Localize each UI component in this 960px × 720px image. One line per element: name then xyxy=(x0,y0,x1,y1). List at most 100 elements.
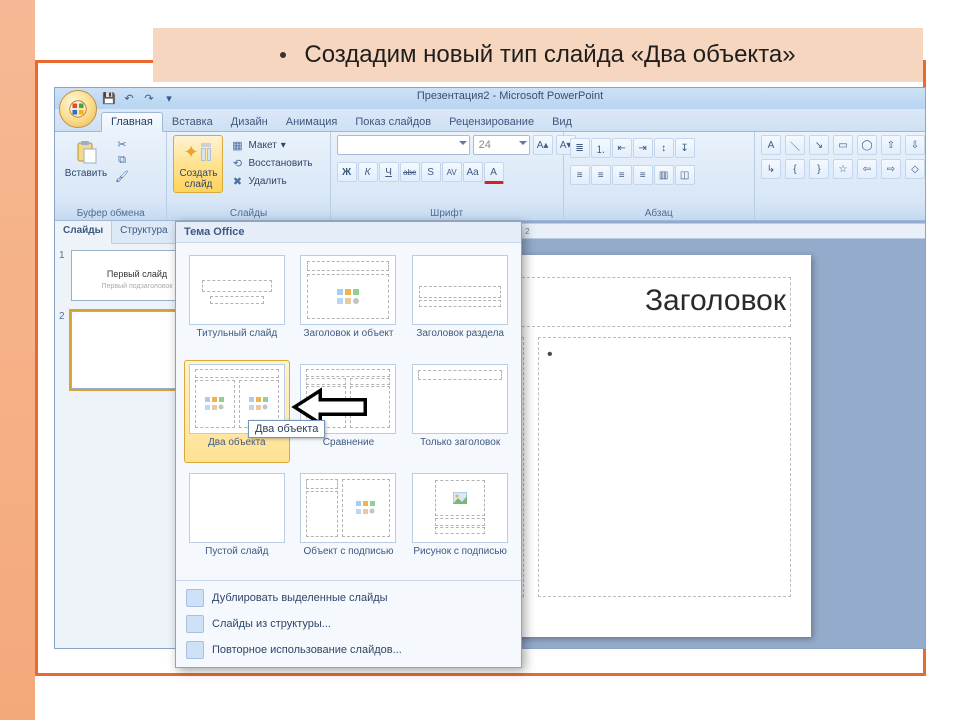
underline-button[interactable]: Ч xyxy=(379,162,399,182)
shape-brace2[interactable]: } xyxy=(809,159,829,179)
bold-button[interactable]: Ж xyxy=(337,162,357,182)
reuse-label: Повторное использование слайдов... xyxy=(212,644,402,656)
qat-customize-icon[interactable]: ▾ xyxy=(161,91,177,107)
shape-down-arrow[interactable]: ⇩ xyxy=(905,135,925,155)
right-content-placeholder[interactable]: • xyxy=(538,337,791,597)
font-color-button[interactable]: A xyxy=(484,162,504,184)
office-logo-icon xyxy=(67,98,89,120)
italic-button[interactable]: К xyxy=(358,162,378,182)
shadow-button[interactable]: S xyxy=(421,162,441,182)
layout-content-caption[interactable]: Объект с подписью xyxy=(296,469,402,572)
reset-label: Восстановить xyxy=(248,158,312,169)
tab-animation[interactable]: Анимация xyxy=(277,113,347,131)
shape-diamond[interactable]: ◇ xyxy=(905,159,925,179)
layout-title-only[interactable]: Только заголовок xyxy=(407,360,513,463)
layout-label: Макет xyxy=(248,140,276,151)
shape-up-arrow[interactable]: ⇧ xyxy=(881,135,901,155)
strike-button[interactable]: abc xyxy=(400,162,420,182)
layout-label: Заголовок раздела xyxy=(416,328,504,350)
paste-icon xyxy=(71,138,101,166)
slides-from-outline-item[interactable]: Слайды из структуры... xyxy=(182,611,515,637)
delete-button[interactable]: ✖Удалить xyxy=(227,173,315,189)
qat-undo-icon[interactable]: ↶ xyxy=(121,91,137,107)
tab-insert[interactable]: Вставка xyxy=(163,113,222,131)
change-case-button[interactable]: Aa xyxy=(463,162,483,182)
font-family-combo[interactable] xyxy=(337,135,470,155)
qat-save-icon[interactable]: 💾 xyxy=(101,91,117,107)
cut-icon[interactable]: ✂ xyxy=(115,137,129,151)
bullet-icon xyxy=(280,52,286,58)
paste-label: Вставить xyxy=(65,168,107,179)
line-spacing-button[interactable]: ↕ xyxy=(654,138,674,158)
shape-rightarrow[interactable]: ⇨ xyxy=(881,159,901,179)
window-title: Презентация2 - Microsoft PowerPoint xyxy=(417,90,603,102)
char-spacing-button[interactable]: AV xyxy=(442,162,462,182)
shape-leftarrow[interactable]: ⇦ xyxy=(857,159,877,179)
align-right-button[interactable]: ≡ xyxy=(612,165,632,185)
tab-outline[interactable]: Структура xyxy=(112,221,176,243)
group-drawing: A ＼ ↘ ▭ ◯ ⇧ ⇩ △ ↳ { } ☆ ⇦ ⇨ ◇ = xyxy=(755,132,925,220)
decrease-indent-button[interactable]: ⇤ xyxy=(612,138,632,158)
layout-button[interactable]: ▦Макет ▾ xyxy=(227,137,315,153)
shape-line[interactable]: ＼ xyxy=(785,135,805,155)
layout-label: Два объекта xyxy=(208,437,266,459)
smartart-button[interactable]: ◫ xyxy=(675,165,695,185)
copy-icon[interactable]: ⧉ xyxy=(115,153,129,167)
columns-button[interactable]: ▥ xyxy=(654,165,674,185)
layout-picture-caption[interactable]: Рисунок с подписью xyxy=(407,469,513,572)
layout-label: Титульный слайд xyxy=(196,328,277,350)
shape-brace[interactable]: { xyxy=(785,159,805,179)
office-button[interactable] xyxy=(59,90,97,128)
title-bar: 💾 ↶ ↷ ▾ Презентация2 - Microsoft PowerPo… xyxy=(55,88,925,109)
shape-rect[interactable]: ▭ xyxy=(833,135,853,155)
paste-button[interactable]: Вставить xyxy=(61,135,111,182)
new-slide-button[interactable]: ✦ Создать слайд xyxy=(173,135,223,193)
format-painter-icon[interactable]: 🖌 xyxy=(115,169,129,183)
shape-oval[interactable]: ◯ xyxy=(857,135,877,155)
layout-blank[interactable]: Пустой слайд xyxy=(184,469,290,572)
duplicate-slides-item[interactable]: Дублировать выделенные слайды xyxy=(182,585,515,611)
tab-slides-thumbs[interactable]: Слайды xyxy=(55,221,112,244)
tab-review[interactable]: Рецензирование xyxy=(440,113,543,131)
group-clipboard: Вставить ✂ ⧉ 🖌 Буфер обмена xyxy=(55,132,167,220)
tab-view[interactable]: Вид xyxy=(543,113,581,131)
shape-textbox[interactable]: A xyxy=(761,135,781,155)
slide-layout-gallery: Тема Office Титульный слайд Заголовок и … xyxy=(175,221,522,668)
font-size-combo[interactable]: 24 xyxy=(473,135,530,155)
tab-slideshow[interactable]: Показ слайдов xyxy=(346,113,440,131)
layout-label: Только заголовок xyxy=(420,437,500,459)
numbering-button[interactable]: ⒈ xyxy=(591,138,611,158)
outline-icon xyxy=(186,615,204,633)
bullets-button[interactable]: ≣ xyxy=(570,138,590,158)
shape-connector[interactable]: ↳ xyxy=(761,159,781,179)
align-left-button[interactable]: ≡ xyxy=(570,165,590,185)
tab-design[interactable]: Дизайн xyxy=(222,113,277,131)
layout-icon: ▦ xyxy=(230,138,244,152)
justify-button[interactable]: ≡ xyxy=(633,165,653,185)
shape-star[interactable]: ☆ xyxy=(833,159,853,179)
reuse-slides-item[interactable]: Повторное использование слайдов... xyxy=(182,637,515,663)
clipboard-group-label: Буфер обмена xyxy=(61,208,160,219)
increase-indent-button[interactable]: ⇥ xyxy=(633,138,653,158)
tab-home[interactable]: Главная xyxy=(101,112,163,132)
layout-label: Пустой слайд xyxy=(205,546,268,568)
align-center-button[interactable]: ≡ xyxy=(591,165,611,185)
layout-title-content[interactable]: Заголовок и объект xyxy=(296,251,402,354)
layout-tooltip: Два объекта xyxy=(248,420,325,438)
grow-font-button[interactable]: A▴ xyxy=(533,135,553,155)
paragraph-group-label: Абзац xyxy=(570,208,748,219)
layout-two-content[interactable]: Два объекта xyxy=(184,360,290,463)
layout-section-header[interactable]: Заголовок раздела xyxy=(407,251,513,354)
layout-label: Объект с подписью xyxy=(304,546,394,568)
presentation-left-stripe xyxy=(0,0,35,720)
delete-label: Удалить xyxy=(248,176,286,187)
layout-label: Сравнение xyxy=(323,437,374,459)
from-outline-label: Слайды из структуры... xyxy=(212,618,331,630)
layout-title-slide[interactable]: Титульный слайд xyxy=(184,251,290,354)
shape-arrow[interactable]: ↘ xyxy=(809,135,829,155)
qat-redo-icon[interactable]: ↷ xyxy=(141,91,157,107)
font-group-label: Шрифт xyxy=(337,208,557,219)
reset-button[interactable]: ⟲Восстановить xyxy=(227,155,315,171)
text-direction-button[interactable]: ↧ xyxy=(675,138,695,158)
new-slide-icon: ✦ xyxy=(183,138,213,166)
